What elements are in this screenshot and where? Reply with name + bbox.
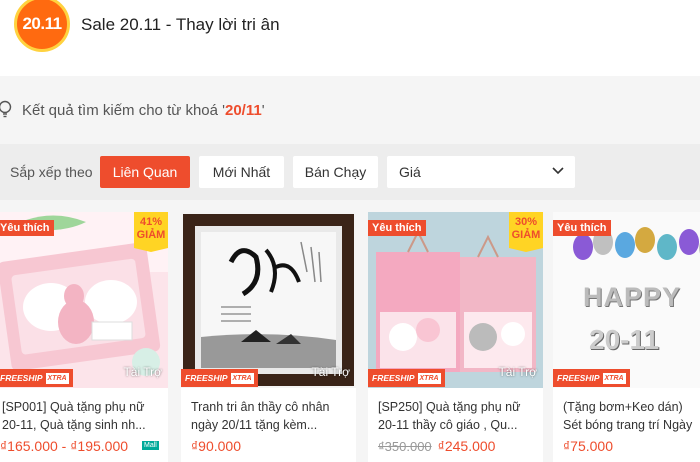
sort-newest-button[interactable]: Mới Nhất — [199, 156, 284, 188]
product-grid: Yêu thích 41% GIẢM FREESHIP XTRA Tài Trợ [… — [0, 212, 700, 462]
price-sort-label: Giá — [399, 164, 421, 180]
product-card[interactable]: Yêu thích 41% GIẢM FREESHIP XTRA Tài Trợ [… — [0, 212, 168, 462]
product-name[interactable]: (Tặng bơm+Keo dán) Sét bóng trang trí Ng… — [563, 398, 700, 434]
product-card[interactable]: FREESHIP XTRA Tài Trợ Tranh tri ân thầy c… — [181, 212, 356, 462]
freeship-badge: FREESHIP XTRA — [0, 369, 73, 387]
shop-header: 20.11 Sale 20.11 - Thay lời tri ân — [0, 0, 700, 76]
mall-tag: Mall — [142, 441, 159, 450]
image-text-date: 20-11 — [589, 324, 660, 355]
image-text-happy: HAPPY — [583, 282, 682, 312]
favorite-badge: Yêu thích — [368, 220, 426, 236]
product-image[interactable]: FREESHIP XTRA Tài Trợ — [181, 212, 356, 388]
product-price: ₫90.000 — [191, 438, 242, 454]
product-card[interactable]: HAPPY 20-11 Yêu thích FREESHIP XTRA (Tặng… — [553, 212, 700, 462]
discount-badge: 41% GIẢM — [134, 212, 168, 252]
freeship-badge: FREESHIP XTRA — [368, 369, 445, 387]
product-image[interactable]: Yêu thích 41% GIẢM FREESHIP XTRA Tài Trợ — [0, 212, 168, 388]
freeship-badge: FREESHIP XTRA — [181, 369, 258, 387]
sponsored-label: Tài Trợ — [498, 365, 537, 379]
sponsored-label: Tài Trợ — [311, 365, 350, 379]
shop-logo[interactable]: 20.11 — [14, 0, 70, 52]
search-keyword: 20/11 — [225, 101, 262, 119]
sort-label: Sắp xếp theo — [10, 164, 93, 180]
product-image[interactable]: Yêu thích 30% GIẢM FREESHIP XTRA Tài Trợ — [368, 212, 543, 388]
favorite-badge: Yêu thích — [553, 220, 611, 236]
product-price: ₫75.000 — [563, 438, 614, 454]
product-name[interactable]: [SP001] Quà tặng phụ nữ 20-11, Quà tặng … — [2, 398, 162, 434]
chevron-down-icon — [551, 164, 565, 178]
sponsored-label: Tài Trợ — [123, 365, 162, 379]
shop-title[interactable]: Sale 20.11 - Thay lời tri ân — [81, 15, 280, 35]
search-result-bar: Kết quả tìm kiếm cho từ khoá '20/11' — [0, 96, 265, 124]
price-sort-select[interactable]: Giá — [387, 156, 575, 188]
product-image[interactable]: HAPPY 20-11 Yêu thích FREESHIP XTRA — [553, 212, 700, 388]
lightbulb-icon — [0, 100, 12, 120]
product-price: ₫350.000 ₫245.000 — [378, 438, 496, 454]
sort-bestseller-button[interactable]: Bán Chạy — [293, 156, 378, 188]
product-price: ₫165.000 - ₫195.000 — [0, 438, 129, 454]
favorite-badge: Yêu thích — [0, 220, 54, 236]
product-name[interactable]: [SP250] Quà tặng phụ nữ 20-11 thầy cô gi… — [378, 398, 538, 434]
sort-relevance-button[interactable]: Liên Quan — [100, 156, 190, 188]
product-old-price: ₫350.000 — [378, 439, 432, 454]
product-card[interactable]: Yêu thích 30% GIẢM FREESHIP XTRA Tài Trợ [… — [368, 212, 543, 462]
sort-bar: Sắp xếp theo Liên Quan Mới Nhất Bán Chạy… — [0, 144, 700, 200]
search-result-text: Kết quả tìm kiếm cho từ khoá '20/11' — [22, 101, 265, 119]
freeship-badge: FREESHIP XTRA — [553, 369, 630, 387]
discount-badge: 30% GIẢM — [509, 212, 543, 252]
product-name[interactable]: Tranh tri ân thầy cô nhân ngày 20/11 tặn… — [191, 398, 351, 434]
